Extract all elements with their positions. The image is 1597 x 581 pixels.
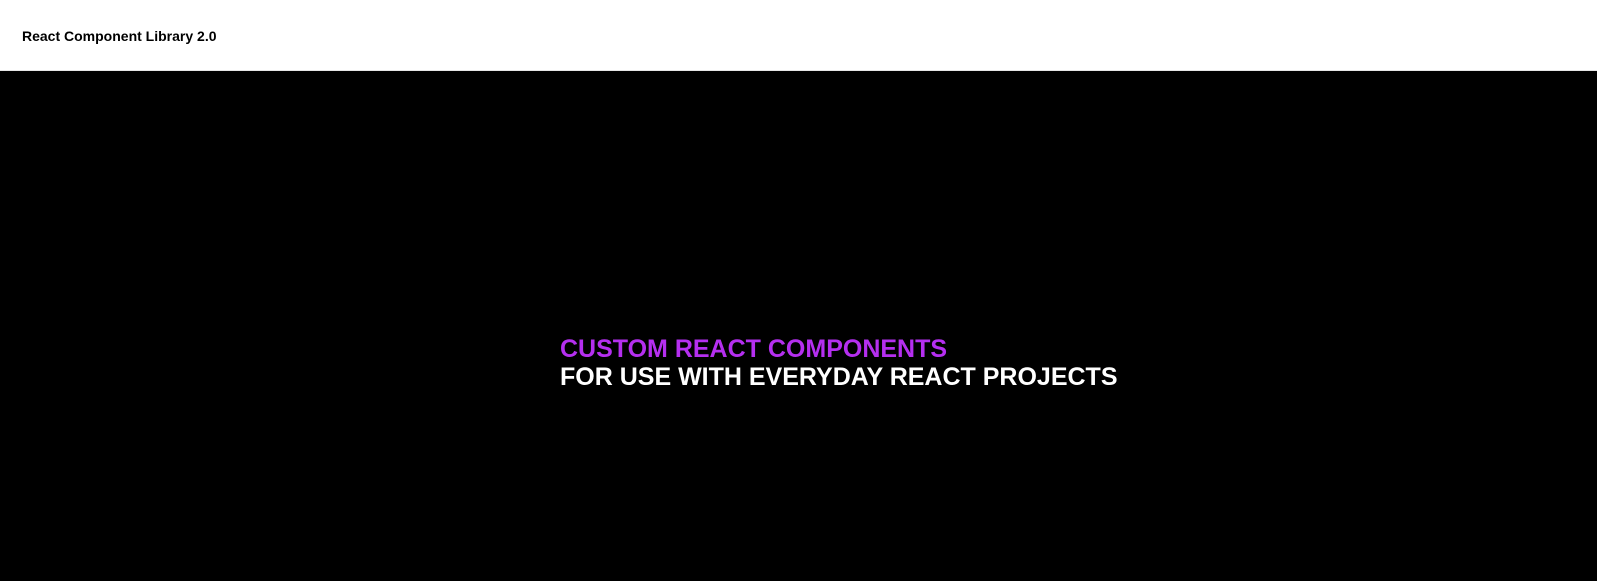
brand-link[interactable]: React Component Library 2.0 (22, 28, 217, 44)
hero-heading-accent-line: CUSTOM REACT COMPONENTS (560, 335, 948, 363)
hero-heading: CUSTOM REACT COMPONENTS FOR USE WITH EVE… (560, 335, 1118, 391)
hero-banner: CUSTOM REACT COMPONENTS FOR USE WITH EVE… (0, 71, 1597, 581)
top-navbar: React Component Library 2.0 (0, 0, 1597, 71)
hero-heading-subline: FOR USE WITH EVERYDAY REACT PROJECTS (560, 363, 1118, 391)
